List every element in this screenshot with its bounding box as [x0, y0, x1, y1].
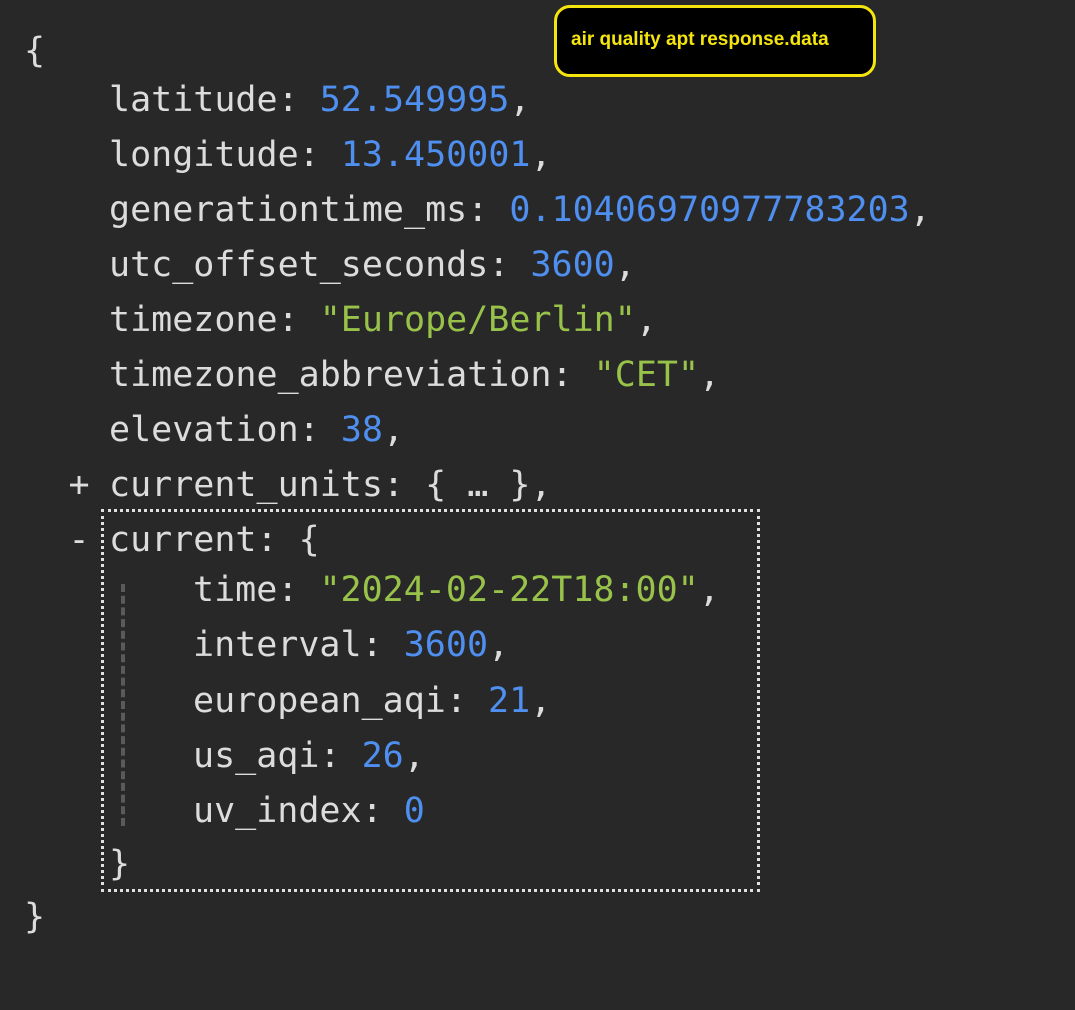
field-key: longitude [109, 135, 299, 175]
field-key: current_units [109, 465, 383, 505]
annotation-label: air quality apt response.data [554, 5, 876, 77]
field-row: utc_offset_seconds: 3600, [109, 245, 636, 285]
field-value: 0 [403, 791, 425, 831]
field-row: generationtime_ms: 0.10406970977783203, [109, 190, 931, 230]
field-value: 3600 [403, 625, 489, 665]
json-viewer: air quality apt response.data { latitude… [0, 0, 1075, 1010]
nested-field-row: us_aqi: 26, [193, 736, 425, 776]
field-key: time [193, 570, 278, 610]
field-key: utc_offset_seconds [109, 245, 489, 285]
field-value: 13.450001 [340, 135, 531, 175]
nested-field-row: european_aqi: 21, [193, 681, 552, 721]
field-key: us_aqi [193, 736, 320, 776]
field-row: timezone_abbreviation: "CET", [109, 355, 721, 395]
field-value: 0.10406970977783203 [509, 190, 910, 230]
nested-field-row: time: "2024-02-22T18:00", [193, 570, 720, 610]
collapsed-node-current-units[interactable]: current_units: { … }, [109, 464, 552, 506]
open-brace: { [298, 520, 320, 560]
expand-toggle[interactable]: + [64, 464, 94, 506]
field-row: latitude: 52.549995, [109, 80, 531, 120]
indent-guide [121, 584, 125, 826]
field-row: timezone: "Europe/Berlin", [109, 300, 657, 340]
field-value: 52.549995 [319, 80, 510, 120]
field-value: 38 [340, 410, 383, 450]
field-value: "2024-02-22T18:00" [319, 570, 699, 610]
field-key: latitude [109, 80, 278, 120]
root-open-brace: { [24, 31, 46, 71]
field-key: timezone [109, 300, 278, 340]
expanded-node-current[interactable]: current: { [109, 519, 320, 561]
field-key: european_aqi [193, 681, 446, 721]
field-value: 21 [488, 681, 531, 721]
field-key: generationtime_ms [109, 190, 468, 230]
field-key: uv_index [193, 791, 362, 831]
field-row: longitude: 13.450001, [109, 135, 552, 175]
close-brace: } [109, 844, 131, 884]
field-value: 3600 [530, 245, 615, 285]
field-row: elevation: 38, [109, 410, 405, 450]
collapse-toggle[interactable]: - [64, 519, 94, 561]
field-key: current [109, 520, 257, 560]
field-value: "Europe/Berlin" [319, 300, 636, 340]
field-value: 26 [361, 736, 404, 776]
nested-field-row: uv_index: 0 [193, 791, 425, 831]
nested-field-row: interval: 3600, [193, 625, 510, 665]
collapsed-preview: { … }, [425, 465, 552, 505]
root-close-brace: } [24, 897, 46, 937]
field-key: elevation [109, 410, 299, 450]
field-key: interval [193, 625, 362, 665]
field-value: "CET" [593, 355, 700, 395]
field-key: timezone_abbreviation [109, 355, 552, 395]
